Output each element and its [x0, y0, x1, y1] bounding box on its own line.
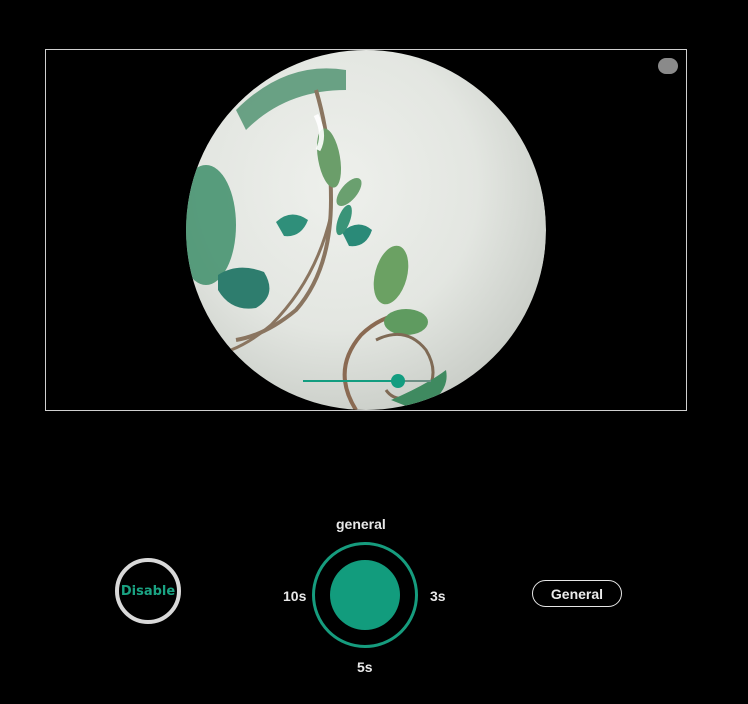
timer-3s-option[interactable]: 3s: [430, 588, 446, 604]
general-mode-button[interactable]: General: [532, 580, 622, 607]
zoom-slider-track[interactable]: [303, 380, 431, 382]
camera-screen: Disable general 10s 3s 5s General: [0, 0, 748, 704]
shutter-button[interactable]: [330, 560, 400, 630]
zoom-slider-thumb[interactable]: [391, 374, 405, 388]
timer-5s-option[interactable]: 5s: [357, 659, 373, 675]
camera-preview: [45, 49, 687, 411]
painted-porcelain-bowl-image: [46, 50, 686, 410]
timer-10s-option[interactable]: 10s: [283, 588, 306, 604]
toggle-dot-icon[interactable]: [658, 58, 678, 74]
mode-label: general: [336, 516, 386, 532]
disable-button[interactable]: Disable: [115, 558, 181, 624]
